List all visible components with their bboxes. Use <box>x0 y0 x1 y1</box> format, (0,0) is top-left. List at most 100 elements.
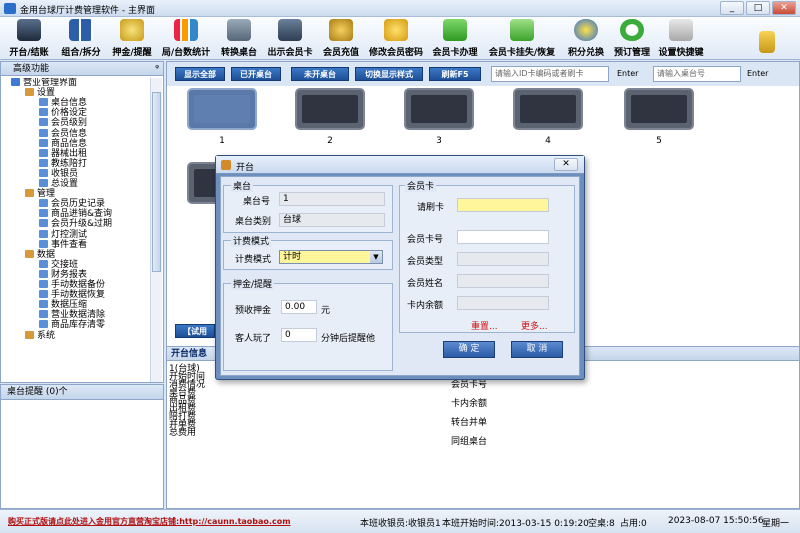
toolbar-hotkey-button[interactable]: 设置快捷键 <box>656 19 706 59</box>
refresh-button[interactable]: 刷新F5 <box>429 67 481 81</box>
tree-folder[interactable]: 管理 <box>25 189 55 199</box>
tree-item[interactable]: 商品信息 <box>39 138 87 149</box>
tree-item-label: 会员升级&过期 <box>51 219 113 230</box>
table-1-card[interactable] <box>187 88 257 130</box>
reset-link[interactable]: 重置... <box>471 319 498 332</box>
swipe-card-input[interactable] <box>457 198 549 212</box>
tree-item[interactable]: 收银员 <box>39 168 78 179</box>
toolbar-deposit-button[interactable]: 押金/提醒 <box>108 19 156 59</box>
remind-unit: 分钟后提醒他 <box>321 334 376 344</box>
tree-root[interactable]: 营业管理界面 <box>11 78 77 88</box>
page-icon <box>39 199 48 208</box>
tree-item-label: 手动数据备份 <box>51 280 106 290</box>
tree-item-label: 总设置 <box>51 179 79 189</box>
scrollbar-thumb[interactable] <box>152 92 161 272</box>
tree-item[interactable]: 商品库存清零 <box>39 320 105 330</box>
tree-folder[interactable]: 设置 <box>25 88 55 98</box>
filter-bar: 显示全部 已开桌台 未开桌台 切换显示样式 刷新F5 请输入ID卡编码或者刷卡 … <box>167 62 799 86</box>
tree-item[interactable]: 手动数据恢复 <box>39 290 105 300</box>
tree-item[interactable]: 事件查看 <box>39 239 87 250</box>
page-icon <box>39 300 48 309</box>
tree-item[interactable]: 器械出租 <box>39 148 87 159</box>
toolbar-statistics-button[interactable]: 局/台数统计 <box>159 19 213 59</box>
toolbar-booking-button[interactable]: 预订管理 <box>611 19 653 59</box>
tree-item[interactable]: 手动数据备份 <box>39 280 105 290</box>
tree-item[interactable]: 总设置 <box>39 179 78 189</box>
table-3-card[interactable] <box>404 88 474 130</box>
tree-item-label: 系统 <box>37 330 56 341</box>
toolbar-change-password-button[interactable]: 修改会员密码 <box>366 19 426 59</box>
toolbar-issue-card-button[interactable]: 会员卡办理 <box>430 19 480 59</box>
card-search-input[interactable]: 请输入ID卡编码或者刷卡 <box>491 66 609 82</box>
tree-item-label: 设置 <box>37 88 56 99</box>
minimize-button[interactable]: _ <box>720 1 744 15</box>
lock-button[interactable] <box>756 19 778 59</box>
tree-item[interactable]: 会员级别 <box>39 118 87 128</box>
tree-item[interactable]: 会员信息 <box>39 128 87 139</box>
toolbar-points-button[interactable]: 积分兑换 <box>564 19 608 59</box>
close-button[interactable]: ✕ <box>772 1 796 15</box>
tree-item[interactable]: 财务报表 <box>39 269 87 280</box>
tree-folder[interactable]: 系统 <box>25 330 56 341</box>
dialog-close-button[interactable]: ✕ <box>554 158 578 171</box>
table-4-card[interactable] <box>513 88 583 130</box>
used-tables-status: 占用:0 <box>620 519 647 529</box>
tree-scrollbar[interactable] <box>150 78 162 382</box>
show-all-button[interactable]: 显示全部 <box>175 67 225 81</box>
tree-item[interactable]: 灯控测试 <box>39 229 87 240</box>
opened-tables-button[interactable]: 已开桌台 <box>231 67 281 81</box>
chevron-down-icon[interactable]: ▼ <box>370 251 382 263</box>
play-icon <box>510 19 534 41</box>
toolbar-recharge-button[interactable]: 会员充值 <box>318 19 364 59</box>
maximize-button[interactable]: □ <box>746 1 770 15</box>
card-icon <box>278 19 302 41</box>
page-icon <box>39 138 48 147</box>
advanced-functions-panel: 高级功能 ᵠ 营业管理界面 设置 桌台信息 价格设定 会员级别 会员信息 商品信息 器械出租教… <box>0 61 164 383</box>
card-no-input[interactable] <box>457 230 549 244</box>
billing-mode-label: 计费模式 <box>235 255 272 265</box>
tree-item[interactable]: 价格设定 <box>39 108 87 118</box>
toolbar-combine-split-button[interactable]: 组合/拆分 <box>57 19 105 59</box>
toolbar-show-card-button[interactable]: 出示会员卡 <box>264 19 316 59</box>
page-icon <box>39 118 48 127</box>
tree-item[interactable]: 教练陪打 <box>39 158 87 169</box>
remind-minutes-input[interactable]: 0 <box>281 328 317 342</box>
deposit-input[interactable]: 0.00 <box>281 300 317 314</box>
member-name-label: 会员姓名 <box>407 279 444 289</box>
table-type-label: 桌台类别 <box>235 217 272 227</box>
more-link[interactable]: 更多... <box>521 319 548 332</box>
tree-item[interactable]: 数据压缩 <box>39 300 87 310</box>
pin-icon[interactable]: ᵠ <box>155 62 159 76</box>
tree-item[interactable]: 营业数据清除 <box>39 310 105 320</box>
page-icon <box>39 148 48 157</box>
tree-item[interactable]: 桌台信息 <box>39 98 87 108</box>
tree-folder[interactable]: 数据 <box>25 249 55 260</box>
table-5-card[interactable] <box>624 88 694 130</box>
page-icon <box>39 209 48 218</box>
toolbar-switch-table-button[interactable]: 转换桌台 <box>216 19 262 59</box>
tree-item[interactable]: 会员历史记录 <box>39 199 105 209</box>
unopened-tables-button[interactable]: 未开桌台 <box>291 67 349 81</box>
table-2-card[interactable] <box>295 88 365 130</box>
folder-icon <box>25 330 34 339</box>
tree-item[interactable]: 会员升级&过期 <box>39 219 112 229</box>
switch-style-button[interactable]: 切换显示样式 <box>355 67 423 81</box>
trial-button[interactable]: 【试用 <box>175 324 215 338</box>
toolbar-open-checkout-button[interactable]: 开台/结账 <box>6 19 52 59</box>
tree-item[interactable]: 商品进销&查询 <box>39 209 112 219</box>
ok-button[interactable]: 确 定 <box>443 341 495 358</box>
cancel-button[interactable]: 取 消 <box>511 341 563 358</box>
toolbar-report-loss-button[interactable]: 会员卡挂失/恢复 <box>484 19 560 59</box>
promo-link[interactable]: 购买正式版请点此处进入金用官方直营淘宝店铺:http://caunn.taoba… <box>8 516 291 527</box>
table-search-input[interactable]: 请输入桌台号 <box>653 66 741 82</box>
page-icon <box>39 128 48 137</box>
dialog-title-bar: 开台 ✕ <box>216 156 584 174</box>
page-icon <box>39 269 48 278</box>
page-icon <box>39 310 48 319</box>
swap-icon <box>227 19 251 41</box>
billing-mode-select[interactable]: 计时 ▼ <box>279 250 383 264</box>
reminder-header: 桌台提醒 (0)个 <box>1 385 163 400</box>
tree-item[interactable]: 交接班 <box>39 259 78 270</box>
member-type-field <box>457 252 549 266</box>
page-icon <box>39 108 48 117</box>
